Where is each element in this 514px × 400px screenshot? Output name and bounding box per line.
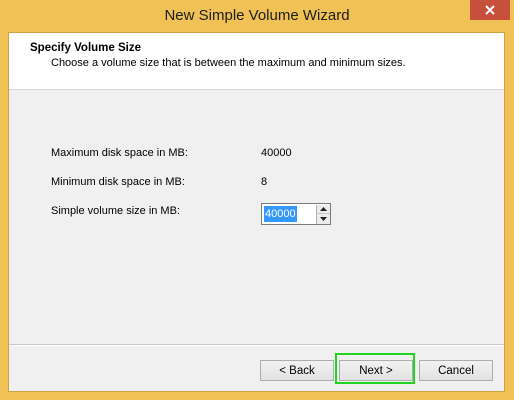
max-disk-space-label: Maximum disk space in MB: <box>51 147 188 159</box>
max-disk-space-value: 40000 <box>261 147 292 159</box>
wizard-header: Specify Volume Size Choose a volume size… <box>9 33 504 90</box>
close-icon <box>485 5 495 15</box>
cancel-button[interactable]: Cancel <box>419 360 493 381</box>
page-title: Specify Volume Size <box>30 42 141 54</box>
spin-up-button[interactable] <box>316 205 330 214</box>
wizard-body: Specify Volume Size Choose a volume size… <box>8 32 505 392</box>
volume-size-label: Simple volume size in MB: <box>51 205 180 217</box>
page-description: Choose a volume size that is between the… <box>51 57 406 69</box>
min-disk-space-label: Minimum disk space in MB: <box>51 176 185 188</box>
wizard-window: New Simple Volume Wizard Specify Volume … <box>0 0 514 400</box>
volume-size-input[interactable]: 40000 <box>265 207 296 221</box>
min-disk-space-value: 8 <box>261 176 268 188</box>
arrow-up-icon <box>320 207 327 211</box>
next-button[interactable]: Next > <box>339 360 413 381</box>
spin-down-button[interactable] <box>316 214 330 224</box>
window-title: New Simple Volume Wizard <box>164 7 350 24</box>
title-bar[interactable]: New Simple Volume Wizard <box>0 0 514 32</box>
back-button[interactable]: < Back <box>260 360 334 381</box>
arrow-down-icon <box>320 217 327 221</box>
close-button[interactable] <box>470 0 510 20</box>
volume-size-spinbox[interactable]: 40000 <box>261 203 331 225</box>
footer-divider-highlight <box>9 345 504 346</box>
